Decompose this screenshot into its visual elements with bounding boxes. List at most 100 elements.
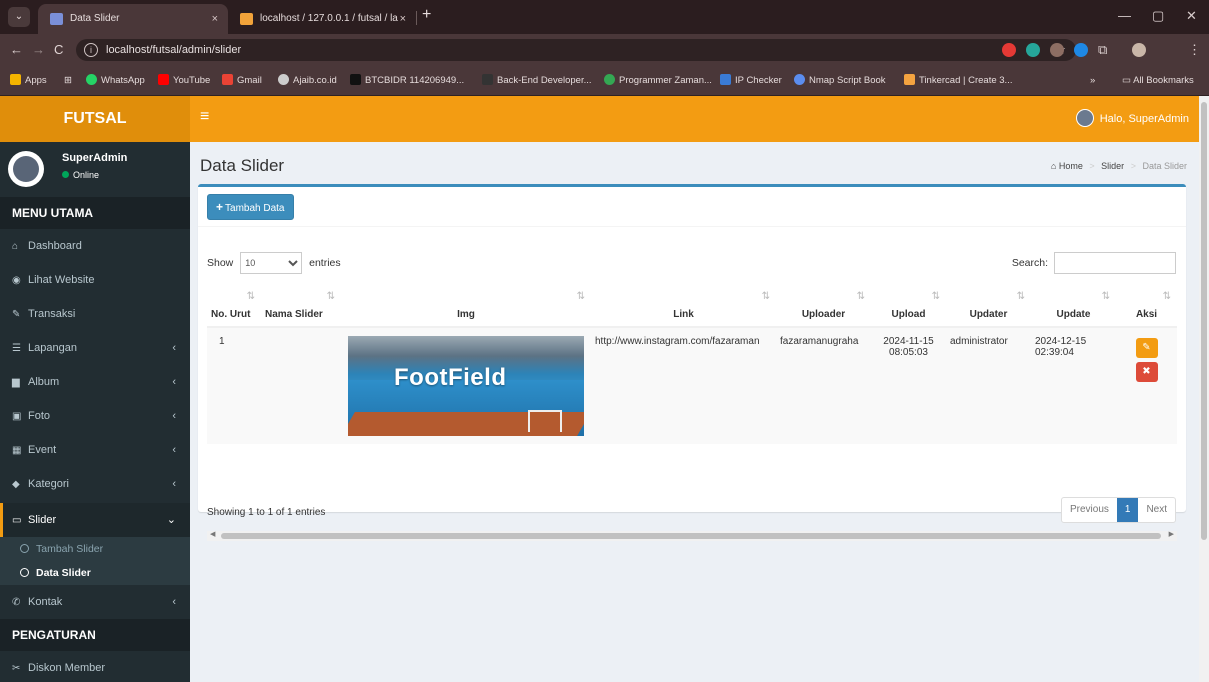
sidebar-item-kategori[interactable]: ◆ Kategori ‹ <box>0 467 190 501</box>
column-header-nama-slider[interactable]: Nama Slider ⇅ <box>261 285 341 328</box>
page-vertical-scrollbar[interactable] <box>1199 96 1209 682</box>
add-data-button[interactable]: + Tambah Data <box>207 194 294 220</box>
close-icon[interactable]: × <box>212 4 218 34</box>
sidebar-item-lapangan[interactable]: ☰ Lapangan ‹ <box>0 331 190 365</box>
url-field[interactable]: i localhost/futsal/admin/slider ☆ <box>76 39 1076 61</box>
new-tab-button[interactable]: + <box>422 6 431 24</box>
sidebar-item-kontak[interactable]: ✆ Kontak ‹ <box>0 585 190 619</box>
goal-net-graphic <box>528 410 562 432</box>
circle-icon <box>20 544 29 553</box>
close-icon[interactable]: × <box>400 4 406 34</box>
user-status: Online <box>62 170 99 180</box>
extensions-puzzle-icon[interactable]: ⧉ <box>1098 42 1107 58</box>
sidebar-subitem-data-slider[interactable]: Data Slider <box>0 561 190 585</box>
chevron-left-icon: ‹ <box>172 444 176 456</box>
extension-icon[interactable] <box>1002 43 1016 57</box>
bookmark-apps[interactable]: Apps <box>10 66 47 96</box>
sort-icon[interactable]: ⇅ <box>247 291 255 302</box>
edit-button[interactable]: ✎ <box>1135 338 1158 358</box>
back-button[interactable]: ← <box>10 42 23 57</box>
sidebar-item-slider[interactable]: ▭ Slider ⌄ <box>0 503 190 537</box>
sidebar-item-diskon-member[interactable]: ✂ Diskon Member <box>0 651 190 682</box>
globe-icon: ◉ <box>12 275 21 286</box>
forward-button[interactable]: → <box>32 42 45 57</box>
cell-uploader: fazaramanugraha <box>776 327 871 444</box>
reload-button[interactable]: C <box>54 42 63 57</box>
tradingview-icon <box>350 74 361 85</box>
extension-icon[interactable] <box>1074 43 1088 57</box>
pagination-page-1[interactable]: 1 <box>1116 498 1139 522</box>
close-window-button[interactable]: ✕ <box>1186 8 1197 24</box>
scissors-icon: ✂ <box>12 663 21 674</box>
sort-icon[interactable]: ⇅ <box>762 291 770 302</box>
scrollbar-thumb[interactable] <box>221 533 1161 539</box>
scroll-left-icon[interactable]: ◀ <box>210 530 215 538</box>
bookmark-whatsapp[interactable]: WhatsApp <box>86 66 145 96</box>
tab-phpmyadmin[interactable]: localhost / 127.0.0.1 / futsal / la × <box>228 4 416 34</box>
all-bookmarks-button[interactable]: ▭ All Bookmarks <box>1122 66 1194 96</box>
sidebar-item-foto[interactable]: ▣ Foto ‹ <box>0 399 190 433</box>
entries-select[interactable]: 10 <box>240 252 303 274</box>
user-menu[interactable]: Halo, SuperAdmin <box>1075 96 1189 142</box>
sidebar-item-event[interactable]: ▦ Event ‹ <box>0 433 190 467</box>
site-info-icon[interactable]: i <box>84 43 98 57</box>
column-header-no-urut[interactable]: No. Urut ⇅ <box>207 285 261 328</box>
apps-launcher-icon[interactable]: ⊞ <box>64 66 72 96</box>
sort-icon[interactable]: ⇅ <box>577 291 585 302</box>
bookmark-gmail[interactable]: Gmail <box>222 66 262 96</box>
table-row: 1 FootField http://www.instagram.com/faz… <box>207 327 1177 444</box>
bookmark-youtube[interactable]: YouTube <box>158 66 210 96</box>
bookmark-nmap-script-book[interactable]: Nmap Script Book <box>794 66 886 96</box>
bookmark-site-icon <box>720 74 731 85</box>
bookmark-ip-checker[interactable]: IP Checker <box>720 66 782 96</box>
more-bookmarks-button[interactable]: » <box>1090 66 1095 96</box>
column-header-updater[interactable]: Updater ⇅ <box>946 285 1031 328</box>
column-header-update[interactable]: Update ⇅ <box>1031 285 1116 328</box>
sort-icon[interactable]: ⇅ <box>1017 291 1025 302</box>
sort-icon[interactable]: ⇅ <box>327 291 335 302</box>
profile-avatar[interactable] <box>1132 43 1146 57</box>
bookmark-ajaib[interactable]: Ajaib.co.id <box>278 66 337 96</box>
cell-aksi: ✎ ✖ <box>1116 327 1177 444</box>
sidebar-toggle-icon[interactable]: ≡ <box>200 108 209 126</box>
browser-menu-icon[interactable]: ⋮ <box>1188 42 1201 58</box>
breadcrumb-home[interactable]: Home <box>1059 161 1083 171</box>
search-input[interactable] <box>1054 252 1176 274</box>
url-text[interactable]: localhost/futsal/admin/slider <box>106 39 241 61</box>
bookmark-site-icon <box>604 74 615 85</box>
bookmark-btcbidr[interactable]: BTCBIDR 114206949... <box>350 66 464 96</box>
minimize-button[interactable]: — <box>1118 8 1131 23</box>
delete-button[interactable]: ✖ <box>1135 362 1158 382</box>
restore-button[interactable]: ▢ <box>1152 8 1164 24</box>
breadcrumb-slider[interactable]: Slider <box>1101 161 1124 171</box>
cell-no-urut: 1 <box>207 327 261 444</box>
youtube-icon <box>158 74 169 85</box>
sidebar-item-lihat-website[interactable]: ◉ Lihat Website <box>0 263 190 297</box>
column-header-img[interactable]: Img ⇅ <box>341 285 591 328</box>
brand-logo[interactable]: FUTSAL <box>0 96 190 142</box>
scroll-right-icon[interactable]: ▶ <box>1169 530 1174 538</box>
tab-data-slider[interactable]: Data Slider × <box>38 4 228 34</box>
sidebar-item-album[interactable]: ▆ Album ‹ <box>0 365 190 399</box>
sort-icon[interactable]: ⇅ <box>1163 291 1171 302</box>
bookmark-backend-developer[interactable]: Back-End Developer... <box>482 66 592 96</box>
column-header-upload[interactable]: Upload ⇅ <box>871 285 946 328</box>
column-header-aksi[interactable]: Aksi ⇅ <box>1116 285 1177 328</box>
sidebar-item-transaksi[interactable]: ✎ Transaksi <box>0 297 190 331</box>
pagination-next[interactable]: Next <box>1138 498 1175 522</box>
pagination-previous[interactable]: Previous <box>1062 498 1117 522</box>
horizontal-scrollbar[interactable]: ◀ ▶ <box>207 531 1177 541</box>
extension-icon[interactable] <box>1026 43 1040 57</box>
extension-icon[interactable] <box>1050 43 1064 57</box>
sidebar-item-dashboard[interactable]: ⌂ Dashboard <box>0 229 190 263</box>
column-header-link[interactable]: Link ⇅ <box>591 285 776 328</box>
sidebar-subitem-tambah-slider[interactable]: Tambah Slider <box>0 537 190 561</box>
bookmark-programmer-zaman[interactable]: Programmer Zaman... <box>604 66 712 96</box>
bookmark-tinkercad[interactable]: Tinkercad | Create 3... <box>904 66 1012 96</box>
scrollbar-thumb[interactable] <box>1201 102 1207 540</box>
sort-icon[interactable]: ⇅ <box>932 291 940 302</box>
column-header-uploader[interactable]: Uploader ⇅ <box>776 285 871 328</box>
sort-icon[interactable]: ⇅ <box>1102 291 1110 302</box>
tab-search-button[interactable]: ⌄ <box>8 7 30 27</box>
sort-icon[interactable]: ⇅ <box>857 291 865 302</box>
